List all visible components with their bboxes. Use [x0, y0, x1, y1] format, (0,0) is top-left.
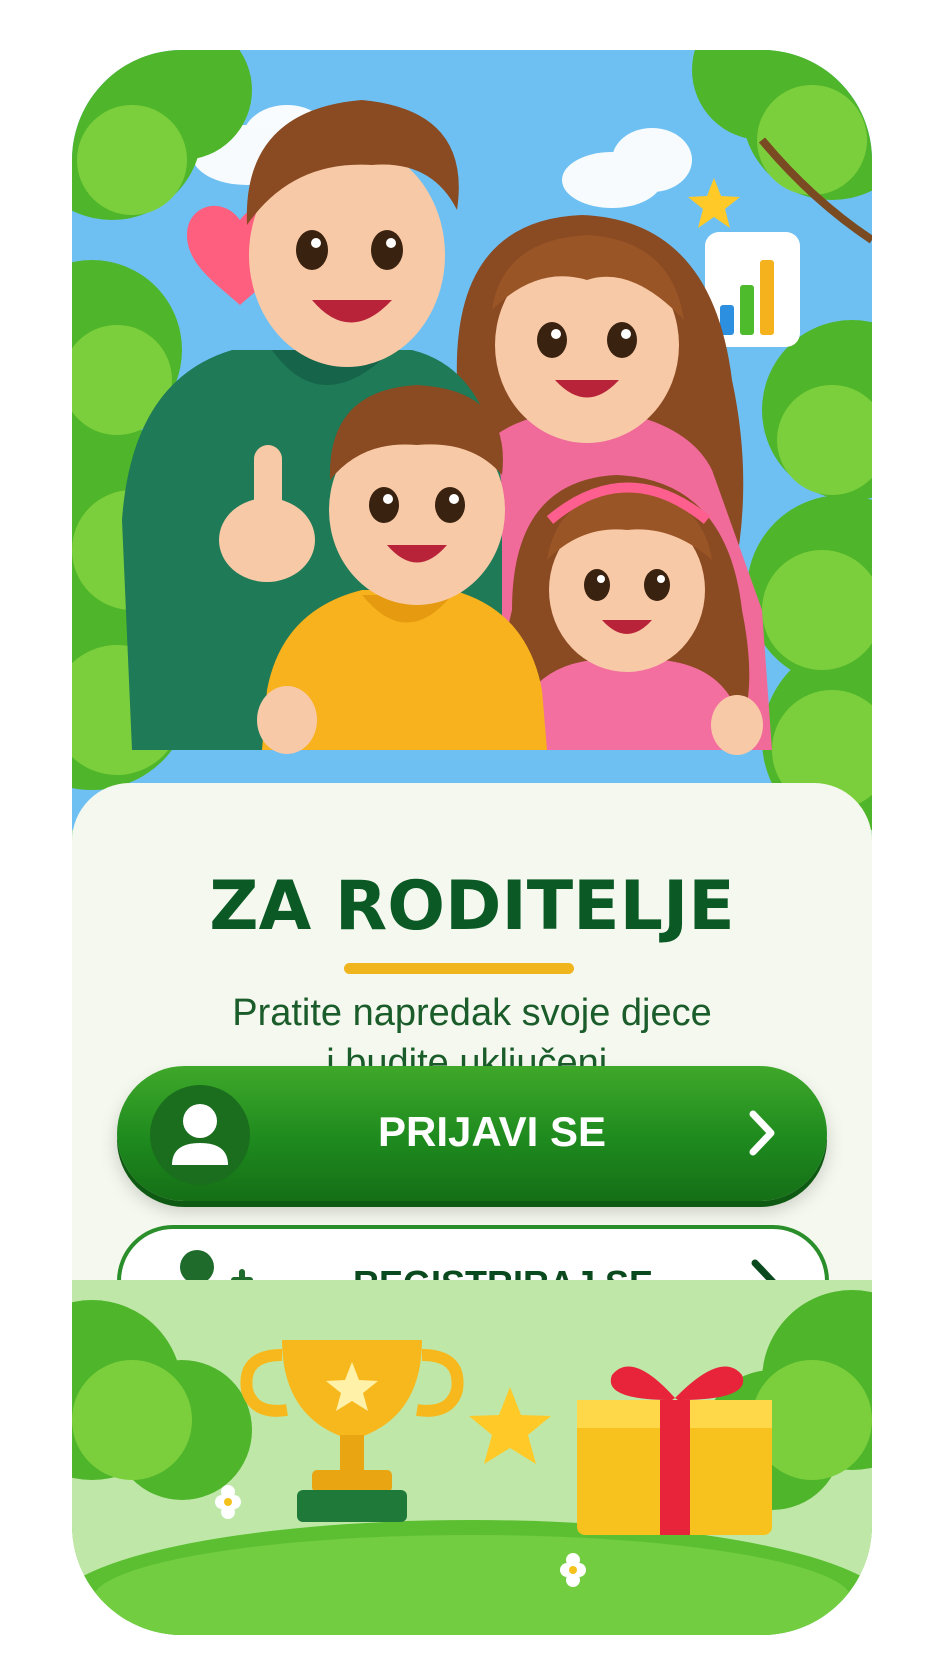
login-icon-badge: [150, 1085, 250, 1185]
title-underline: [344, 963, 574, 974]
hero-illustration: [72, 50, 872, 830]
login-button[interactable]: PRIJAVI SE: [117, 1066, 827, 1201]
user-icon: [172, 1104, 228, 1165]
subtitle-line-1: Pratite napredak svoje djece: [232, 992, 712, 1034]
phone-frame: ZA RODITELJE Pratite napredak svoje djec…: [72, 50, 872, 1635]
page-title: ZA RODITELJE: [209, 867, 735, 946]
bottom-decoration: [72, 1280, 872, 1635]
login-button-label: PRIJAVI SE: [378, 1108, 606, 1155]
chevron-right-icon: [749, 1110, 775, 1156]
